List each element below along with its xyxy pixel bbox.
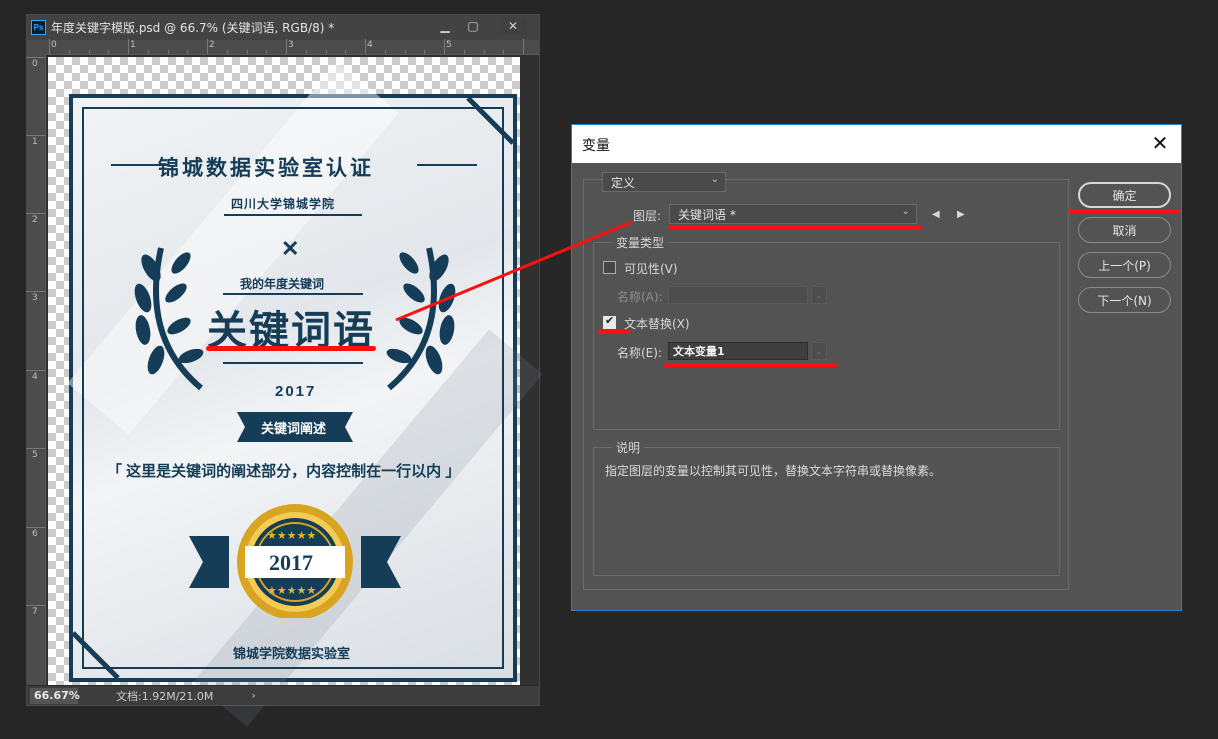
ribbon-label: 关键词阐述 [261,421,327,436]
close-icon[interactable]: ✕ [499,17,527,35]
variable-type-legend: 变量类型 [612,234,669,251]
ruler-label: 4 [32,372,38,382]
subtitle: 我的年度关键词 [240,277,325,291]
dialog-title: 变量 [582,138,610,154]
annotation-underline-ok [1068,209,1180,213]
ruler-label: 1 [130,40,136,50]
layer-dropdown[interactable]: 关键词语 * ⌄ [669,204,917,224]
year-text: 2017 [275,383,317,400]
canvas-area[interactable]: 锦城数据实验室认证 四川大学锦城学院 ✕ 我的年度关键词 关键词语 2017 关… [46,55,543,727]
ruler-label: 0 [32,59,38,69]
definition-dropdown[interactable]: 定义 ⌄ [602,172,726,192]
ruler-label: 6 [32,529,38,539]
text-variable-name-field[interactable]: 文本变量1 [668,342,808,360]
text-replace-checkbox[interactable] [603,314,616,329]
keyword-rule [223,362,363,364]
layer-dropdown-value: 关键词语 * [678,207,736,222]
visibility-name-label: 名称(A): [617,290,663,304]
svg-text:★★★★★: ★★★★★ [267,584,316,597]
document-size-info[interactable]: 文档:1.92M/21.0M [116,688,213,704]
transparent-canvas[interactable]: 锦城数据实验室认证 四川大学锦城学院 ✕ 我的年度关键词 关键词语 2017 关… [48,57,543,727]
subtitle-rule [223,293,363,295]
footer-text: 锦城学院数据实验室 [233,646,351,661]
ruler-label: 7 [32,607,38,617]
certificate-heading: 锦城数据实验室认证 [158,157,374,180]
visibility-checkbox[interactable] [603,261,616,274]
school-underline [224,214,362,216]
svg-text:★★★★★: ★★★★★ [267,529,316,542]
fork-knife-icon: ✕ [281,236,300,261]
text-replace-name-label: 名称(E): [617,346,662,360]
variables-dialog: 变量 ✕ 定义 ⌄ 图层: 关键词语 * ⌄ ◀ ▶ 变量类型 可见性(V) 名… [571,124,1182,611]
ruler-label: 2 [32,215,38,225]
ruler-label: 3 [32,293,38,303]
horizontal-ruler[interactable]: 0 1 2 3 4 5 [46,39,539,55]
ruler-corner[interactable] [27,40,46,55]
text-replace-label[interactable]: 文本替换(X) [624,315,690,332]
chevron-down-icon: ⌄ [901,206,910,217]
laurel-right-icon [386,247,456,391]
ok-button[interactable]: 确定 [1078,182,1171,208]
ruler-label: 4 [367,40,373,50]
heading-rule-right [417,164,477,166]
description-legend: 说明 [612,439,645,456]
next-button[interactable]: 下一个(N) [1078,287,1171,313]
maximize-icon[interactable]: ▢ [459,17,487,35]
ruler-label: 5 [32,450,38,460]
badge-year: 2017 [269,550,313,575]
layer-label: 图层: [633,209,662,223]
description-line: 「 这里是关键词的阐述部分，内容控制在一行以内 」 [107,463,461,480]
chevron-down-icon[interactable]: ⌄ [811,286,827,304]
ruler-label: 0 [51,40,57,50]
previous-layer-arrow-icon[interactable]: ◀ [932,209,940,220]
previous-button[interactable]: 上一个(P) [1078,252,1171,278]
document-window: Ps 年度关键字模版.psd @ 66.7% (关键词语, RGB/8) * ▁… [26,14,543,727]
description-text: 指定图层的变量以控制其可见性，替换文本字符串或替换像素。 [605,464,942,478]
next-layer-arrow-icon[interactable]: ▶ [957,209,965,220]
annotation-underline-name [664,363,837,367]
annotation-underline-layer [668,225,922,229]
ruler-label: 5 [446,40,452,50]
school-name: 四川大学锦城学院 [231,197,336,211]
cancel-button[interactable]: 取消 [1078,217,1171,243]
ruler-label: 1 [32,137,38,147]
definition-dropdown-value: 定义 [611,175,636,190]
certificate-artwork: 锦城数据实验室认证 四川大学锦城学院 ✕ 我的年度关键词 关键词语 2017 关… [67,61,543,727]
annotation-underline-keyword [206,346,376,351]
photoshop-icon: Ps [31,20,46,35]
visibility-label[interactable]: 可见性(V) [624,260,678,277]
ruler-label: 2 [209,40,215,50]
document-title: 年度关键字模版.psd @ 66.7% (关键词语, RGB/8) * [51,21,335,35]
chevron-down-icon: ⌄ [710,174,719,185]
dialog-titlebar[interactable]: 变量 ✕ [572,125,1181,163]
minimize-icon[interactable]: ▁ [431,17,459,35]
visibility-name-field[interactable] [668,286,808,304]
annotation-underline-checkbox [598,330,630,334]
document-status-bar: 66.67% 文档:1.92M/21.0M › [27,685,539,705]
zoom-level-field[interactable]: 66.67% [30,687,80,704]
document-titlebar[interactable]: Ps 年度关键字模版.psd @ 66.7% (关键词语, RGB/8) * ▁… [27,15,539,40]
chevron-down-icon[interactable]: ⌄ [811,342,827,360]
vertical-ruler[interactable]: 0 1 2 3 4 5 6 7 [26,55,46,687]
ruler-label: 3 [288,40,294,50]
status-menu-arrow-icon[interactable]: › [251,689,255,702]
dialog-close-icon[interactable]: ✕ [1149,131,1171,155]
